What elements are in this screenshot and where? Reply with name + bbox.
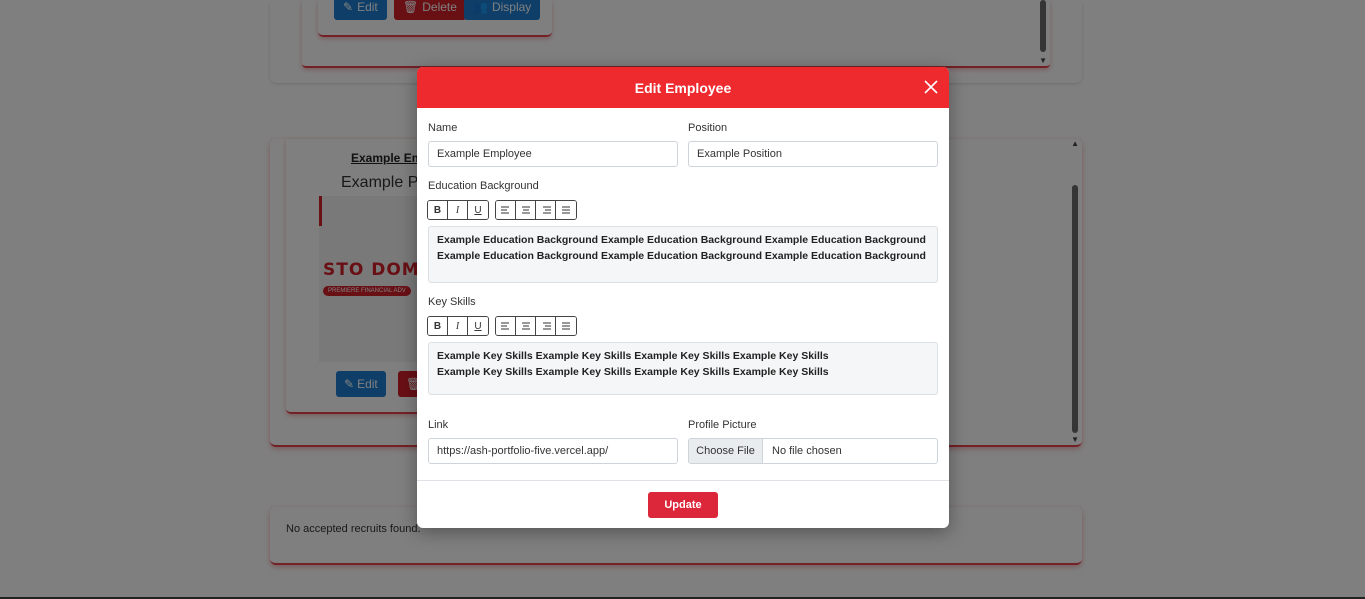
align-left-icon <box>500 322 509 329</box>
align-left-icon <box>500 206 509 213</box>
profile-picture-label: Profile Picture <box>688 419 757 431</box>
education-format-toolbar: B I U <box>427 200 489 220</box>
education-editor[interactable]: Example Education Background Example Edu… <box>428 226 938 283</box>
italic-button[interactable]: I <box>448 201 468 219</box>
align-left-button[interactable] <box>496 317 516 335</box>
align-center-button[interactable] <box>516 201 536 219</box>
underline-button[interactable]: U <box>468 317 488 335</box>
modal-body: Name Example Employee Position Example P… <box>417 108 949 480</box>
update-button[interactable]: Update <box>648 492 718 518</box>
align-center-icon <box>521 322 530 329</box>
modal-title: Edit Employee <box>634 79 732 96</box>
align-justify-icon <box>562 206 570 213</box>
skills-align-toolbar <box>495 316 577 336</box>
skills-editor[interactable]: Example Key Skills Example Key Skills Ex… <box>428 342 938 395</box>
name-input[interactable]: Example Employee <box>428 141 678 167</box>
edit-employee-modal: Edit Employee Name Example Employee Posi… <box>417 67 949 528</box>
position-label: Position <box>688 122 728 134</box>
italic-button[interactable]: I <box>448 317 468 335</box>
close-icon <box>924 80 938 94</box>
education-align-toolbar <box>495 200 577 220</box>
close-button[interactable] <box>921 77 941 97</box>
underline-button[interactable]: U <box>468 201 488 219</box>
position-input[interactable]: Example Position <box>688 141 938 167</box>
bold-button[interactable]: B <box>428 317 448 335</box>
profile-picture-input[interactable]: Choose File No file chosen <box>688 438 938 464</box>
align-right-icon <box>542 206 551 213</box>
skills-format-toolbar: B I U <box>427 316 489 336</box>
modal-footer: Update <box>417 480 949 528</box>
skills-label: Key Skills <box>428 296 476 308</box>
link-input[interactable]: https://ash-portfolio-five.vercel.app/ <box>428 438 678 464</box>
bold-button[interactable]: B <box>428 201 448 219</box>
education-label: Education Background <box>428 180 539 192</box>
align-center-icon <box>521 206 530 213</box>
link-label: Link <box>428 419 449 431</box>
align-justify-button[interactable] <box>556 201 576 219</box>
choose-file-button[interactable]: Choose File <box>689 439 763 463</box>
align-left-button[interactable] <box>496 201 516 219</box>
align-justify-icon <box>562 322 570 329</box>
modal-header: Edit Employee <box>417 67 949 108</box>
align-right-icon <box>542 322 551 329</box>
align-right-button[interactable] <box>536 201 556 219</box>
align-right-button[interactable] <box>536 317 556 335</box>
align-center-button[interactable] <box>516 317 536 335</box>
align-justify-button[interactable] <box>556 317 576 335</box>
name-label: Name <box>428 122 458 134</box>
file-status: No file chosen <box>772 445 842 457</box>
